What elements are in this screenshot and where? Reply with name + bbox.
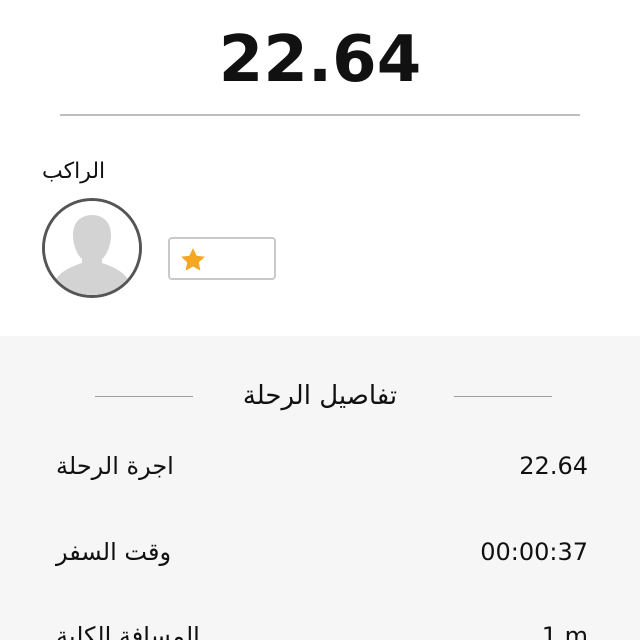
person-placeholder-icon bbox=[45, 201, 139, 295]
detail-value-fare: 22.64 bbox=[519, 452, 588, 480]
fare-amount: 22.64 bbox=[218, 23, 422, 97]
trip-details-section: تفاصيل الرحلة اجرة الرحلة 22.64 وقت السف… bbox=[0, 336, 640, 640]
detail-row-travel-time: وقت السفر 00:00:37 bbox=[0, 536, 640, 576]
title-divider-right bbox=[454, 396, 552, 397]
detail-label-travel-time: وقت السفر bbox=[56, 538, 172, 566]
title-divider-left bbox=[95, 396, 193, 397]
detail-row-total-distance: المسافة الكلية 1 m bbox=[0, 620, 640, 640]
detail-value-travel-time: 00:00:37 bbox=[480, 538, 588, 566]
star-icon bbox=[181, 248, 205, 271]
rating-badge bbox=[168, 237, 276, 280]
rider-section: الراكب bbox=[0, 118, 640, 336]
detail-row-fare: اجرة الرحلة 22.64 bbox=[0, 450, 640, 490]
detail-label-total-distance: المسافة الكلية bbox=[56, 622, 200, 640]
avatar bbox=[42, 198, 142, 298]
detail-value-total-distance: 1 m bbox=[541, 622, 588, 640]
detail-label-fare: اجرة الرحلة bbox=[56, 452, 174, 480]
fare-divider bbox=[60, 114, 580, 116]
trip-details-title: تفاصيل الرحلة bbox=[242, 381, 398, 411]
fare-header: 22.64 bbox=[0, 0, 640, 118]
rider-label: الراكب bbox=[42, 159, 106, 184]
